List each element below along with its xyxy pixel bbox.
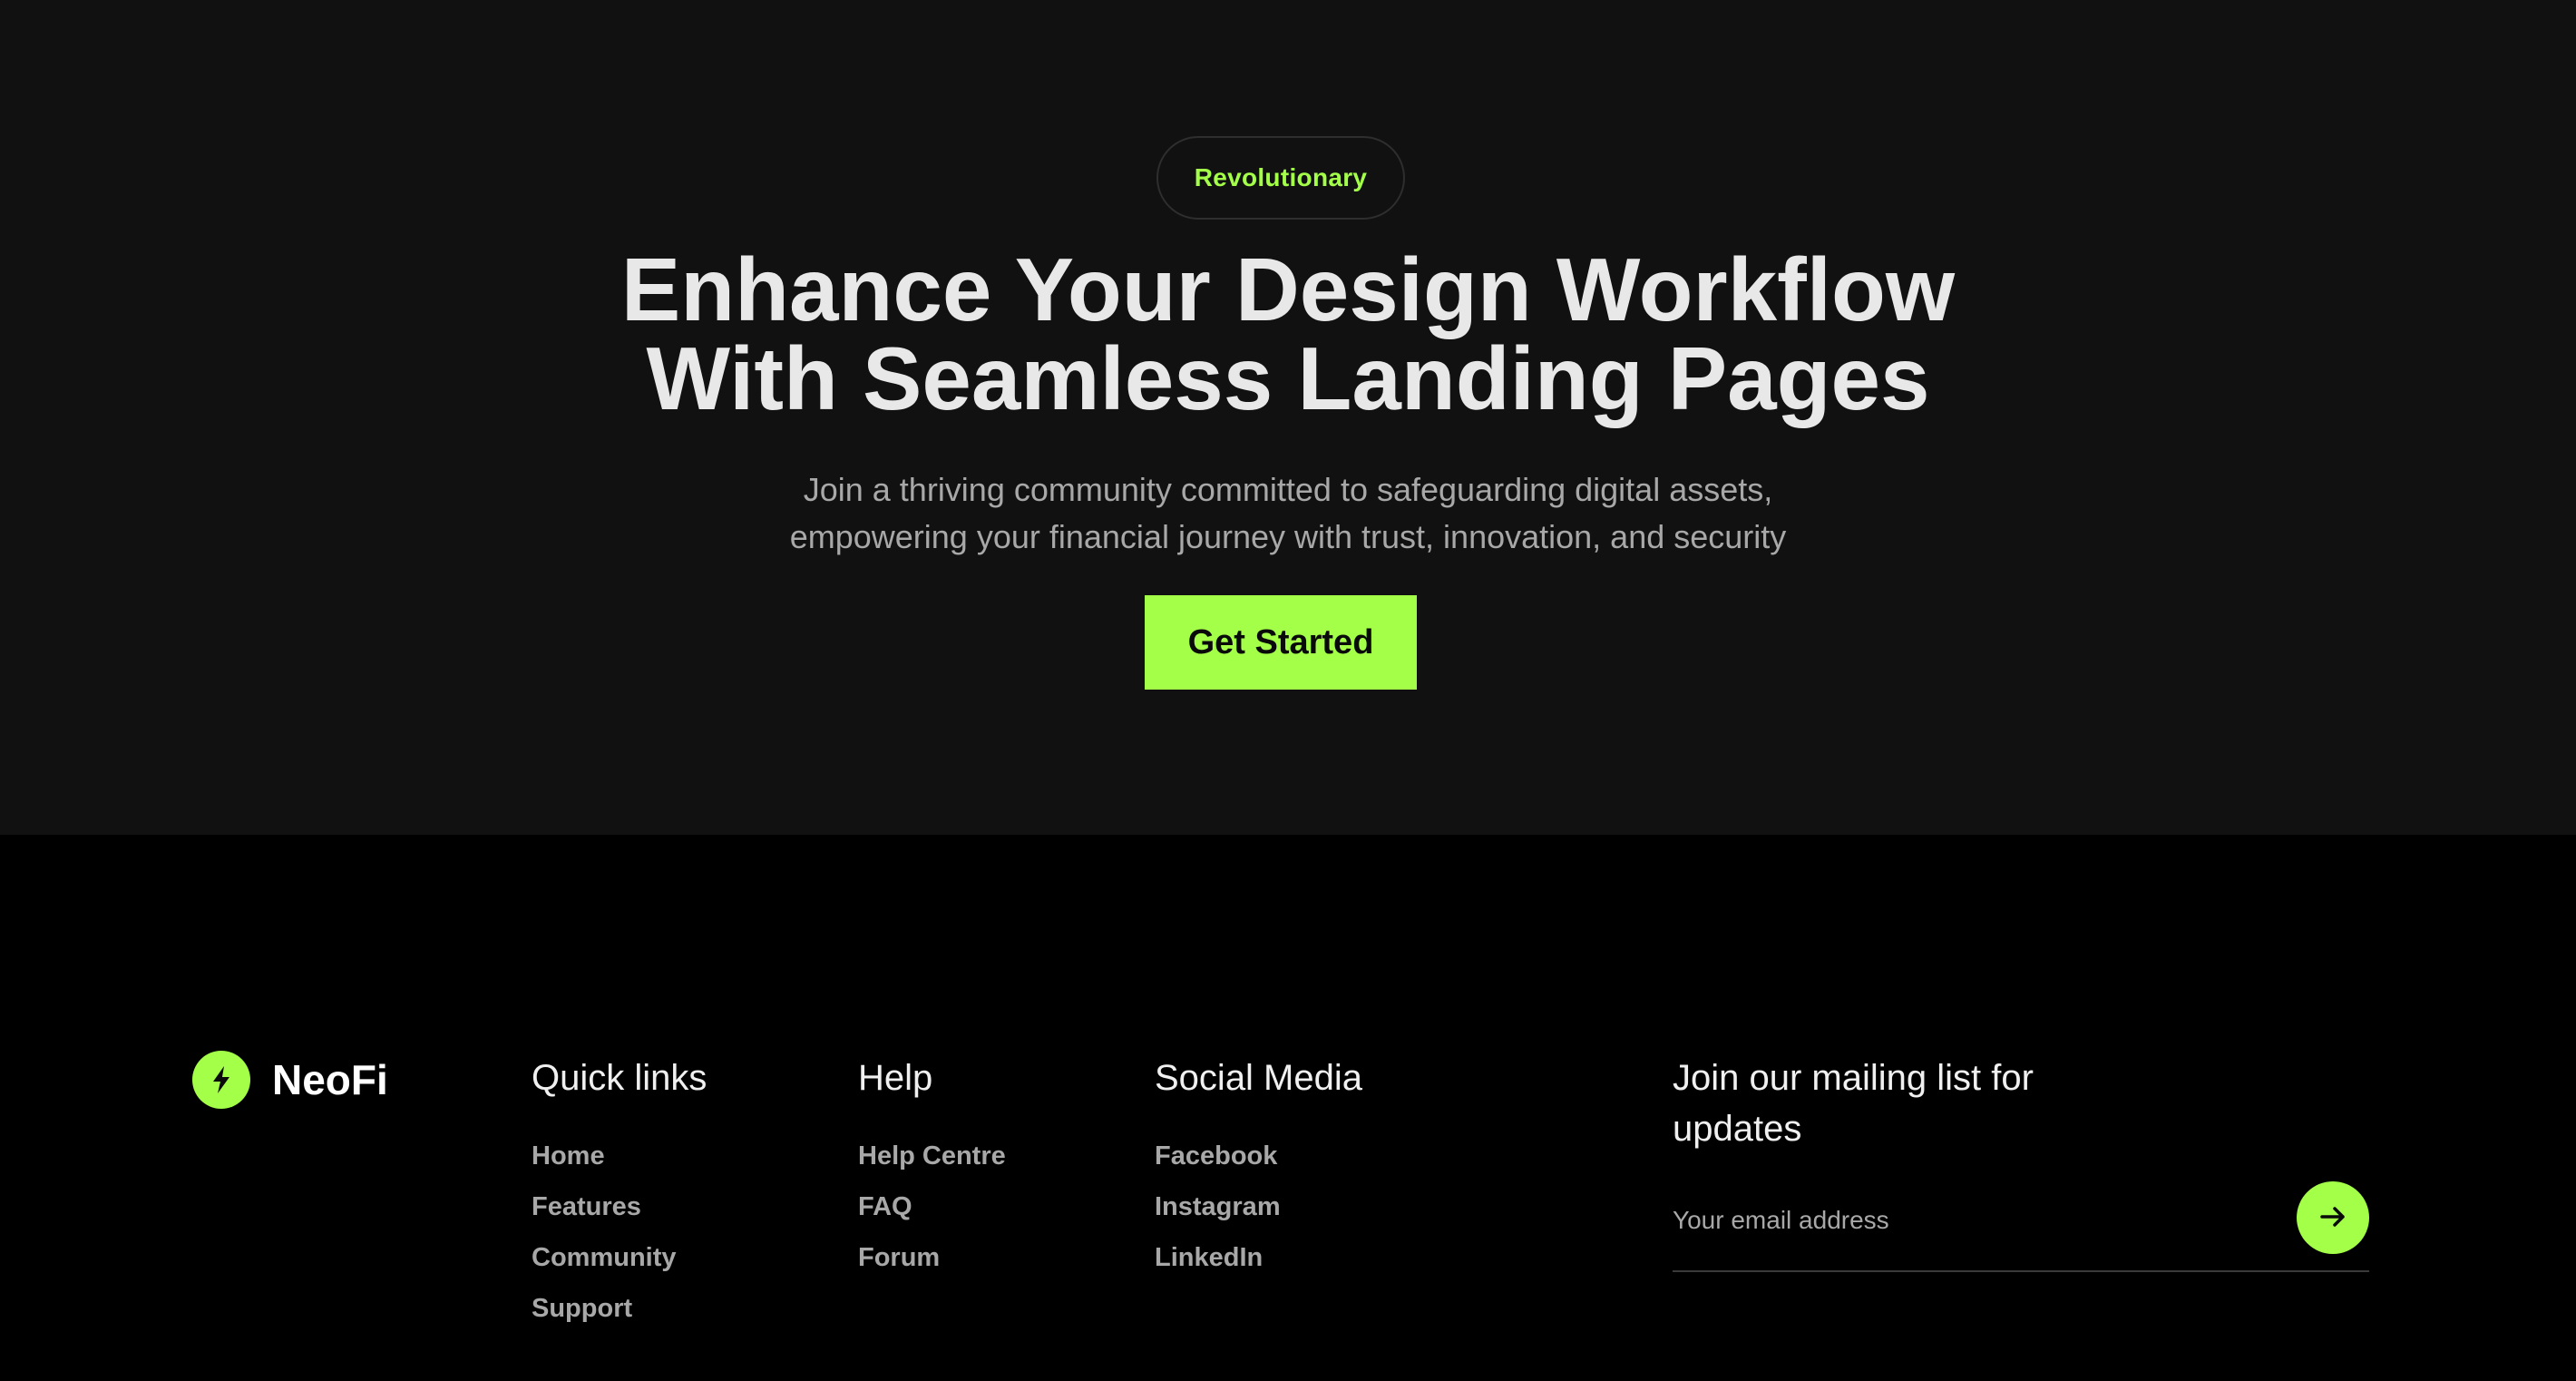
- footer-link-instagram[interactable]: Instagram: [1155, 1192, 1281, 1222]
- mailing-list-title: Join our mailing list for updates: [1673, 1058, 2034, 1149]
- email-input[interactable]: [1673, 1206, 2217, 1235]
- footer-link-features[interactable]: Features: [532, 1192, 641, 1222]
- hero-headline: Enhance Your Design Workflow With Seamle…: [0, 245, 2576, 423]
- mailing-list-signup: Join our mailing list for updates: [1673, 1053, 2369, 1272]
- footer-column-social-media: Social Media Facebook Instagram LinkedIn: [1155, 1053, 1362, 1283]
- brand-logo[interactable]: NeoFi: [192, 1051, 388, 1109]
- footer-link-home[interactable]: Home: [532, 1141, 605, 1171]
- column-title: Quick links: [532, 1058, 707, 1098]
- footer-link-facebook[interactable]: Facebook: [1155, 1141, 1277, 1171]
- footer-link-linkedin[interactable]: LinkedIn: [1155, 1243, 1263, 1273]
- lightning-bolt-icon: [192, 1051, 250, 1109]
- get-started-button[interactable]: Get Started: [1145, 595, 1417, 690]
- hero-badge: Revolutionary: [1156, 136, 1405, 220]
- headline-line-2: With Seamless Landing Pages: [646, 328, 1930, 428]
- footer-column-quick-links: Quick links Home Features Community Supp…: [532, 1053, 707, 1334]
- column-title: Social Media: [1155, 1058, 1363, 1098]
- arrow-right-icon: [2317, 1200, 2349, 1236]
- footer-link-community[interactable]: Community: [532, 1243, 677, 1273]
- brand-name: NeoFi: [272, 1056, 388, 1103]
- footer-link-support[interactable]: Support: [532, 1294, 632, 1324]
- column-title: Help: [858, 1058, 933, 1098]
- email-submit-button[interactable]: [2297, 1181, 2369, 1254]
- footer-column-help: Help Help Centre FAQ Forum: [858, 1053, 1006, 1283]
- footer-link-forum[interactable]: Forum: [858, 1243, 940, 1273]
- hero-section: Revolutionary Enhance Your Design Workfl…: [0, 0, 2576, 835]
- footer-link-faq[interactable]: FAQ: [858, 1192, 912, 1222]
- subtitle-line-1: Join a thriving community committed to s…: [803, 471, 1773, 508]
- email-form: [1673, 1181, 2369, 1272]
- footer-link-help-centre[interactable]: Help Centre: [858, 1141, 1006, 1171]
- hero-subtitle: Join a thriving community committed to s…: [0, 466, 2576, 561]
- subtitle-line-2: empowering your financial journey with t…: [789, 518, 1787, 555]
- headline-line-1: Enhance Your Design Workflow: [620, 240, 1956, 339]
